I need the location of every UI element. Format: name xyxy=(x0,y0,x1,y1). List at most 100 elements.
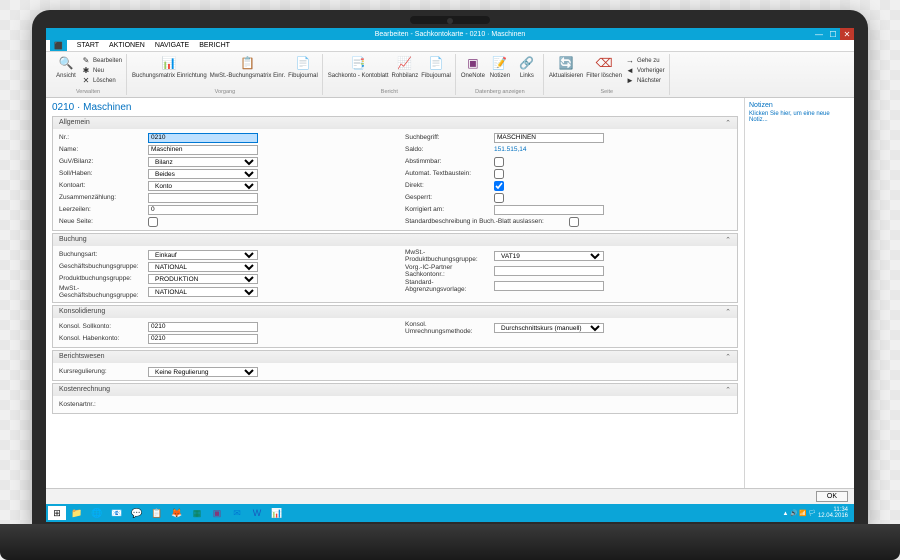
taskbar-ie[interactable]: 🌐 xyxy=(88,506,106,520)
account-icon: 📑 xyxy=(350,56,366,72)
balance-icon: 📈 xyxy=(397,56,413,72)
taskbar-nav[interactable]: 📊 xyxy=(268,506,286,520)
close-button[interactable]: ✕ xyxy=(840,28,854,40)
next-icon: ► xyxy=(625,76,635,86)
nr-input[interactable] xyxy=(148,133,258,143)
tab-navigate[interactable]: NAVIGATE xyxy=(155,42,189,49)
taskbar-firefox[interactable]: 🦊 xyxy=(168,506,186,520)
saldo-value[interactable]: 151.515,14 xyxy=(494,146,527,153)
suchbegriff-input[interactable] xyxy=(494,133,604,143)
leerzeilen-input[interactable] xyxy=(148,205,258,215)
section-buchung: Buchung Buchungsart:Einkauf Geschäftsbuc… xyxy=(52,233,738,303)
produktbuch-select[interactable]: PRODUKTION xyxy=(148,274,258,284)
kursregulierung-select[interactable]: Keine Regulierung xyxy=(148,367,258,377)
ok-button[interactable]: OK xyxy=(816,491,848,502)
neu-button[interactable]: ✱Neu xyxy=(81,66,122,76)
start-button[interactable]: ⊞ xyxy=(48,506,66,520)
abstimmbar-checkbox[interactable] xyxy=(494,157,504,167)
section-header-buchung[interactable]: Buchung xyxy=(53,234,737,246)
mwst-gesch-select[interactable]: NATIONAL xyxy=(148,287,258,297)
fibujournal2-button[interactable]: 📄Fibujournal xyxy=(421,56,451,80)
mwst-prod-select[interactable]: VAT19 xyxy=(494,251,604,261)
section-header-kosten[interactable]: Kostenrechnung xyxy=(53,384,737,396)
taskbar-excel[interactable]: ▦ xyxy=(188,506,206,520)
tab-aktionen[interactable]: AKTIONEN xyxy=(109,42,145,49)
links-button[interactable]: 🔗Links xyxy=(515,56,539,80)
taskbar-word[interactable]: W xyxy=(248,506,266,520)
rohbilanz-button[interactable]: 📈Rohbilanz xyxy=(392,56,419,80)
buchungsmatrix-button[interactable]: 📊Buchungsmatrix Einrichtung xyxy=(132,56,207,80)
sachkonto-button[interactable]: 📑Sachkonto - Kontoblatt xyxy=(328,56,389,80)
taskbar-app1[interactable]: 📧 xyxy=(108,506,126,520)
autotext-checkbox[interactable] xyxy=(494,169,504,179)
geschaeftsbuch-select[interactable]: NATIONAL xyxy=(148,262,258,272)
loeschen-button[interactable]: ✕Löschen xyxy=(81,76,122,86)
stdbesch-checkbox[interactable] xyxy=(569,217,579,227)
konsol-haben-input[interactable] xyxy=(148,334,258,344)
bearbeiten-button[interactable]: ✎Bearbeiten xyxy=(81,56,122,66)
aktualisieren-button[interactable]: 🔄Aktualisieren xyxy=(549,56,583,80)
std-abgrenz-input[interactable] xyxy=(494,281,604,291)
mwst-matrix-button[interactable]: 📋MwSt.-Buchungsmatrix Einr. xyxy=(210,56,285,80)
section-header-allgemein[interactable]: Allgemein xyxy=(53,117,737,129)
ansicht-button[interactable]: 🔍Ansicht xyxy=(54,56,78,80)
file-menu[interactable]: ⬛ xyxy=(50,40,67,51)
tray-icons[interactable]: ▲ 🔊 📶 🏳 xyxy=(782,510,816,517)
gesperrt-checkbox[interactable] xyxy=(494,193,504,203)
clear-filter-icon: ⌫ xyxy=(596,56,612,72)
vorg-ic-input[interactable] xyxy=(494,266,604,276)
kontoart-select[interactable]: Konto xyxy=(148,181,258,191)
journal2-icon: 📄 xyxy=(428,56,444,72)
tab-start[interactable]: START xyxy=(77,42,99,49)
section-header-bericht[interactable]: Berichtswesen xyxy=(53,351,737,363)
fibujournal-button[interactable]: 📄Fibujournal xyxy=(288,56,318,80)
sollhaben-select[interactable]: Beides xyxy=(148,169,258,179)
title-bar: Bearbeiten - Sachkontokarte - 0210 · Mas… xyxy=(46,28,854,40)
delete-icon: ✕ xyxy=(81,76,91,86)
direkt-checkbox[interactable] xyxy=(494,181,504,191)
neuseite-checkbox[interactable] xyxy=(148,217,158,227)
name-input[interactable] xyxy=(148,145,258,155)
taskbar-app3[interactable]: 📋 xyxy=(148,506,166,520)
sidebar-notizen: Notizen Klicken Sie hier, um eine neue N… xyxy=(744,98,854,488)
korrigiert-input[interactable] xyxy=(494,205,604,215)
tab-bericht[interactable]: BERICHT xyxy=(199,42,230,49)
minimize-button[interactable]: — xyxy=(812,28,826,40)
edit-icon: ✎ xyxy=(81,56,91,66)
tray-date[interactable]: 12.04.2016 xyxy=(818,513,848,519)
page-title: 0210 · Maschinen xyxy=(52,102,738,113)
guv-select[interactable]: Bilanz xyxy=(148,157,258,167)
notizen-button[interactable]: 📝Notizen xyxy=(488,56,512,80)
section-konsolidierung: Konsolidierung Konsol. Sollkonto: Konsol… xyxy=(52,305,738,348)
filter-loeschen-button[interactable]: ⌫Filter löschen xyxy=(586,56,622,80)
new-icon: ✱ xyxy=(81,66,91,76)
view-icon: 🔍 xyxy=(58,56,74,72)
footer: OK xyxy=(46,488,854,504)
konsol-umrech-select[interactable]: Durchschnittskurs (manuell) xyxy=(494,323,604,333)
taskbar: ⊞ 📁 🌐 📧 💬 📋 🦊 ▦ ▣ ✉ W 📊 ▲ 🔊 📶 🏳 11:34 12… xyxy=(46,504,854,522)
section-header-konsol[interactable]: Konsolidierung xyxy=(53,306,737,318)
maximize-button[interactable]: ☐ xyxy=(826,28,840,40)
zusammen-input[interactable] xyxy=(148,193,258,203)
buchungsart-select[interactable]: Einkauf xyxy=(148,250,258,260)
new-note-hint[interactable]: Klicken Sie hier, um eine neue Notiz... xyxy=(749,111,850,123)
ribbon: 🔍Ansicht ✎Bearbeiten ✱Neu ✕Löschen Verwa… xyxy=(46,52,854,98)
section-berichtswesen: Berichtswesen Kursregulierung:Keine Regu… xyxy=(52,350,738,381)
vorheriger-button[interactable]: ◄Vorheriger xyxy=(625,66,665,76)
vat-icon: 📋 xyxy=(239,56,255,72)
menu-bar: ⬛ START AKTIONEN NAVIGATE BERICHT xyxy=(46,40,854,52)
gehezu-button[interactable]: →Gehe zu xyxy=(625,56,665,66)
taskbar-app2[interactable]: 💬 xyxy=(128,506,146,520)
onenote-icon: ▣ xyxy=(465,56,481,72)
notes-icon: 📝 xyxy=(492,56,508,72)
taskbar-onenote[interactable]: ▣ xyxy=(208,506,226,520)
onenote-button[interactable]: ▣OneNote xyxy=(461,56,485,80)
journal-icon: 📄 xyxy=(295,56,311,72)
window-title: Bearbeiten - Sachkontokarte - 0210 · Mas… xyxy=(375,31,526,38)
taskbar-explorer[interactable]: 📁 xyxy=(68,506,86,520)
taskbar-outlook[interactable]: ✉ xyxy=(228,506,246,520)
naechster-button[interactable]: ►Nächster xyxy=(625,76,665,86)
matrix-icon: 📊 xyxy=(161,56,177,72)
konsol-soll-input[interactable] xyxy=(148,322,258,332)
sidebar-title: Notizen xyxy=(749,102,850,109)
